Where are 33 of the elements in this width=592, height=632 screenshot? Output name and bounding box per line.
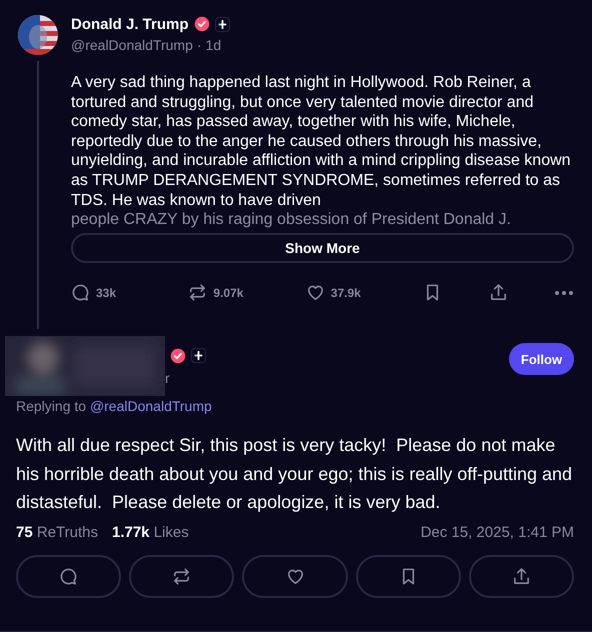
- reply-button[interactable]: 33k: [71, 283, 145, 302]
- reply-button[interactable]: [16, 554, 122, 598]
- reply-text: With all due respect Sir, this post is very tacky! Please do not make his horrible death about you and your ego; this is really off-putting and distasteful. Please delete or apologize, it is very bad.: [16, 434, 574, 514]
- share-icon: [488, 283, 508, 302]
- follow-button[interactable]: Follow: [509, 343, 574, 375]
- comment-icon: [59, 566, 78, 586]
- like-button[interactable]: [242, 554, 348, 598]
- retruth-button[interactable]: 9.07k: [188, 283, 262, 302]
- mention-link[interactable]: @realDonaldTrump: [90, 398, 212, 414]
- plus-icon: [214, 16, 230, 32]
- repost-icon: [188, 283, 208, 302]
- stat-count[interactable]: 75 ReTruths: [16, 524, 98, 540]
- user-handle: r: [165, 370, 170, 386]
- post-date: Dec 15, 2025, 1:41 PM: [420, 524, 574, 540]
- heart-icon: [286, 566, 304, 586]
- repost-icon: [172, 566, 192, 586]
- like-button[interactable]: 37.9k: [306, 283, 380, 302]
- plus-icon: [191, 348, 206, 363]
- retruth-button[interactable]: [129, 554, 234, 598]
- show-more-button[interactable]: Show More: [71, 233, 574, 263]
- replying-label: Replying to: [16, 398, 86, 414]
- author-name[interactable]: Donald J. Trump: [71, 16, 189, 32]
- avatar[interactable]: [18, 15, 58, 55]
- author-handle[interactable]: @realDonaldTrump: [71, 37, 193, 53]
- more-icon: [554, 290, 574, 296]
- comment-icon: [71, 283, 90, 302]
- post-text: people CRAZY by his raging obsession of President Donald J.: [71, 210, 512, 230]
- share-icon: [512, 566, 531, 586]
- heart-icon: [306, 283, 325, 302]
- separator-dot: ·: [196, 37, 202, 53]
- stat-count[interactable]: 1.77k Likes: [112, 524, 189, 540]
- post-text: A very sad thing happened last night in Hollywood. Rob Reiner, a tortured and struggling, but once very talented movie director and comedy star, has passed away, together with his wife, Michele, reportedly due to the anger he caused others through his massive, unyielding, and incurable affliction with a mind crippling disease known as TRUMP DERANGEMENT SYNDROME, sometimes referred to as TDS. He was known to have driven: [71, 73, 572, 210]
- post-time: 1d: [206, 37, 222, 53]
